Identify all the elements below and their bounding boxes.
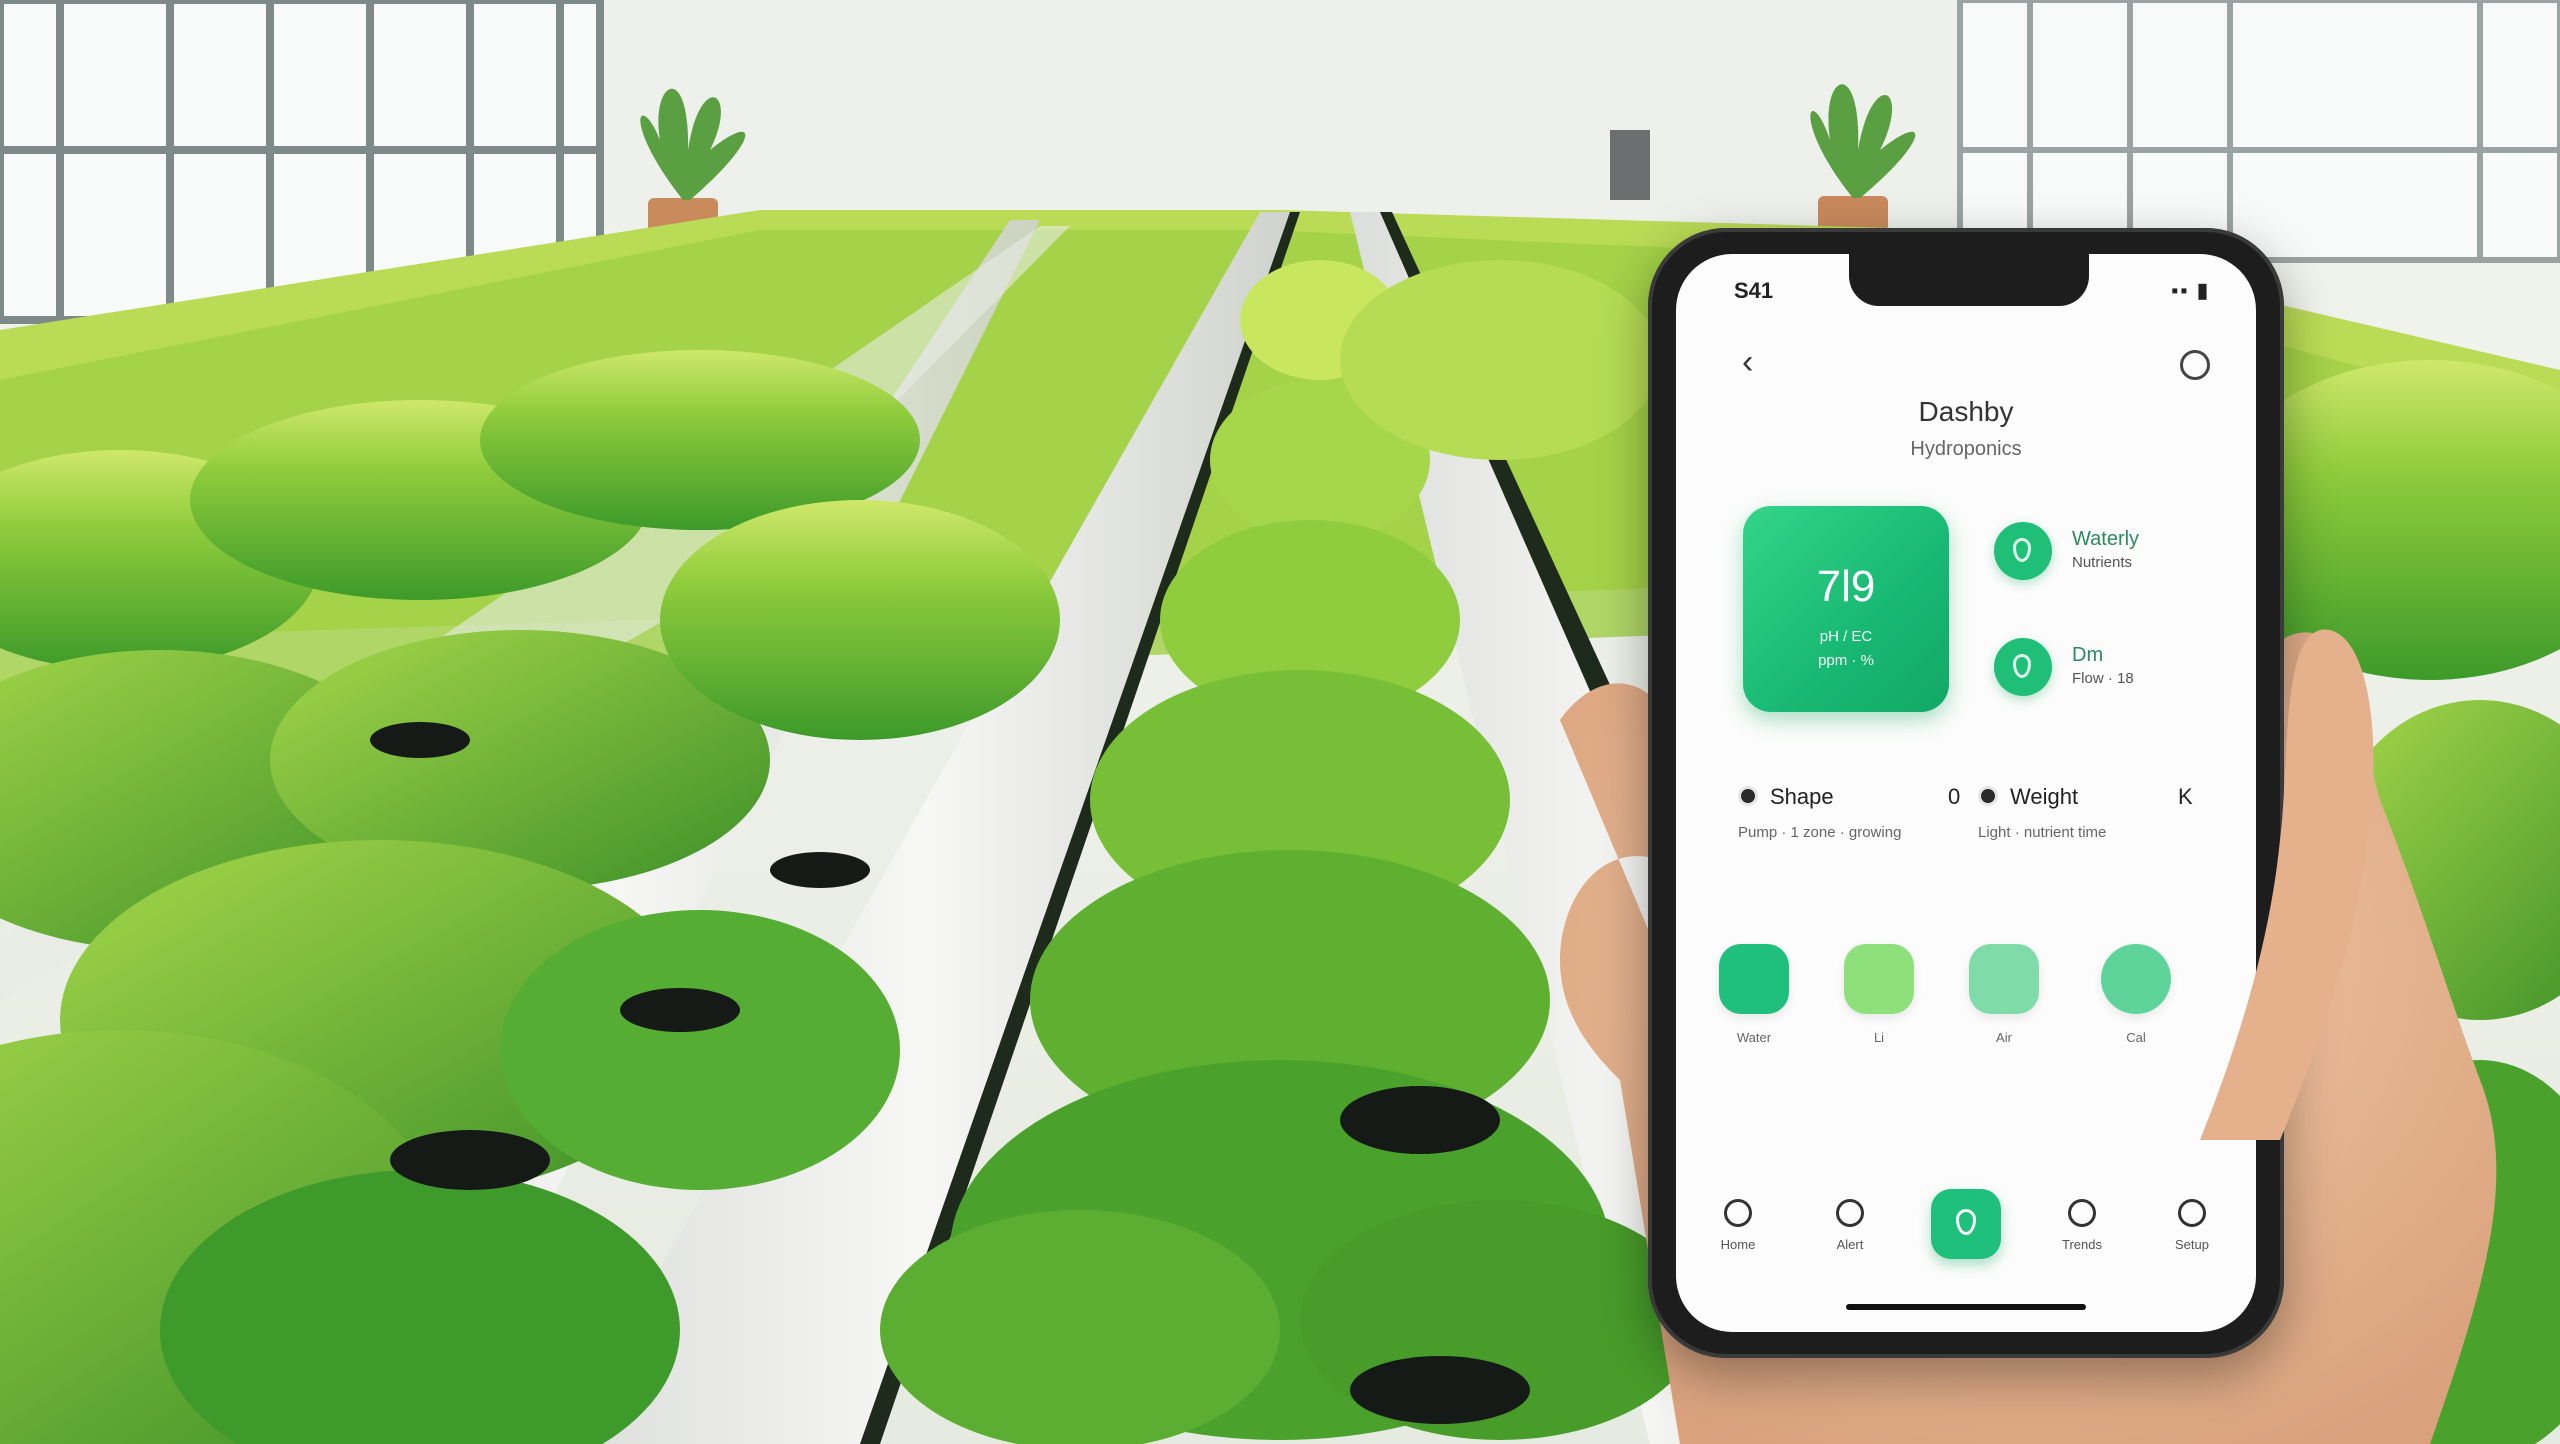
- back-arrow-icon[interactable]: ‹: [1742, 342, 1770, 382]
- quick-action-label: Cal: [2126, 1030, 2146, 1045]
- tab-main-active[interactable]: [1926, 1189, 2006, 1259]
- tab-home[interactable]: Home: [1698, 1189, 1778, 1252]
- tab-setup[interactable]: Setup: [2152, 1189, 2232, 1252]
- quick-action-label: Air: [1996, 1030, 2012, 1045]
- location-pin-icon: [1994, 638, 2052, 696]
- tab-label: Alert: [1836, 1237, 1864, 1252]
- side-item-water[interactable]: Waterly Nutrients: [1994, 522, 2224, 592]
- status-bar-icons: ▪▪ ▮: [2171, 280, 2210, 302]
- quick-action-tile: [1969, 944, 2039, 1014]
- status-bar-time: S41: [1734, 278, 1774, 303]
- bell-icon: [2068, 1199, 2096, 1227]
- home-indicator[interactable]: [1846, 1304, 2086, 1310]
- tab-label: Home: [1720, 1237, 1756, 1252]
- quick-action-air[interactable]: Air: [1954, 944, 2054, 1046]
- water-drop-icon: [1994, 522, 2052, 580]
- quick-action-label: Water: [1736, 1030, 1772, 1045]
- holding-thumb: [2200, 629, 2374, 1140]
- main-reading-card[interactable]: 7l9 pH / EC ppm · %: [1743, 506, 1949, 712]
- side-item-detail: Flow · 18: [2072, 670, 2134, 687]
- leaf-pin-icon: [1931, 1189, 2001, 1259]
- quick-action-tile: [1719, 944, 1789, 1014]
- tab-label: Trends: [2062, 1237, 2102, 1252]
- tab-label: Setup: [2175, 1237, 2209, 1252]
- quick-action-water[interactable]: Water: [1704, 944, 1804, 1046]
- main-reading-value: 7l9: [1816, 562, 1876, 611]
- quick-action-calibrate[interactable]: Cal: [2086, 944, 2186, 1046]
- stat-shape[interactable]: Shape 0 Pump · 1 zone · growing: [1738, 784, 1998, 844]
- tab-alert[interactable]: Alert: [1810, 1189, 1890, 1252]
- stat-dot-icon: [1978, 786, 1998, 806]
- bottom-tab-bar: Home Alert Trends Setup: [1676, 1189, 2256, 1289]
- phone-screen: S41 ▪▪ ▮ ‹ Dashby Hydroponics 7l9 pH / E…: [1676, 254, 2256, 1332]
- app-subtitle: Hydroponics: [1910, 438, 2022, 460]
- main-reading-label: pH / EC: [1819, 628, 1873, 645]
- stat-detail: Pump · 1 zone · growing: [1738, 824, 1902, 841]
- main-reading-unit: ppm · %: [1818, 652, 1874, 669]
- stat-dot-icon: [1738, 786, 1758, 806]
- quick-action-light[interactable]: Li: [1829, 944, 1929, 1046]
- search-icon: [2178, 1199, 2206, 1227]
- quick-action-label: Li: [1873, 1030, 1885, 1045]
- quick-action-tile: [2101, 944, 2171, 1014]
- side-item-title: Waterly: [2072, 528, 2140, 550]
- home-icon: [1724, 1199, 1752, 1227]
- profile-icon[interactable]: [2180, 350, 2210, 380]
- stat-trailing: 0: [1948, 784, 1961, 809]
- stat-detail: Light · nutrient time: [1978, 824, 2107, 841]
- phone-notch: [1849, 254, 2089, 306]
- stat-title: Shape: [1770, 784, 1834, 809]
- side-item-title: Dm: [2072, 644, 2104, 666]
- quick-action-tile: [1844, 944, 1914, 1014]
- clock-icon: [1836, 1199, 1864, 1227]
- side-item-detail: Nutrients: [2072, 554, 2133, 571]
- app-title: Dashby: [1918, 396, 2014, 427]
- stat-title: Weight: [2010, 784, 2079, 809]
- tab-trends[interactable]: Trends: [2042, 1189, 2122, 1252]
